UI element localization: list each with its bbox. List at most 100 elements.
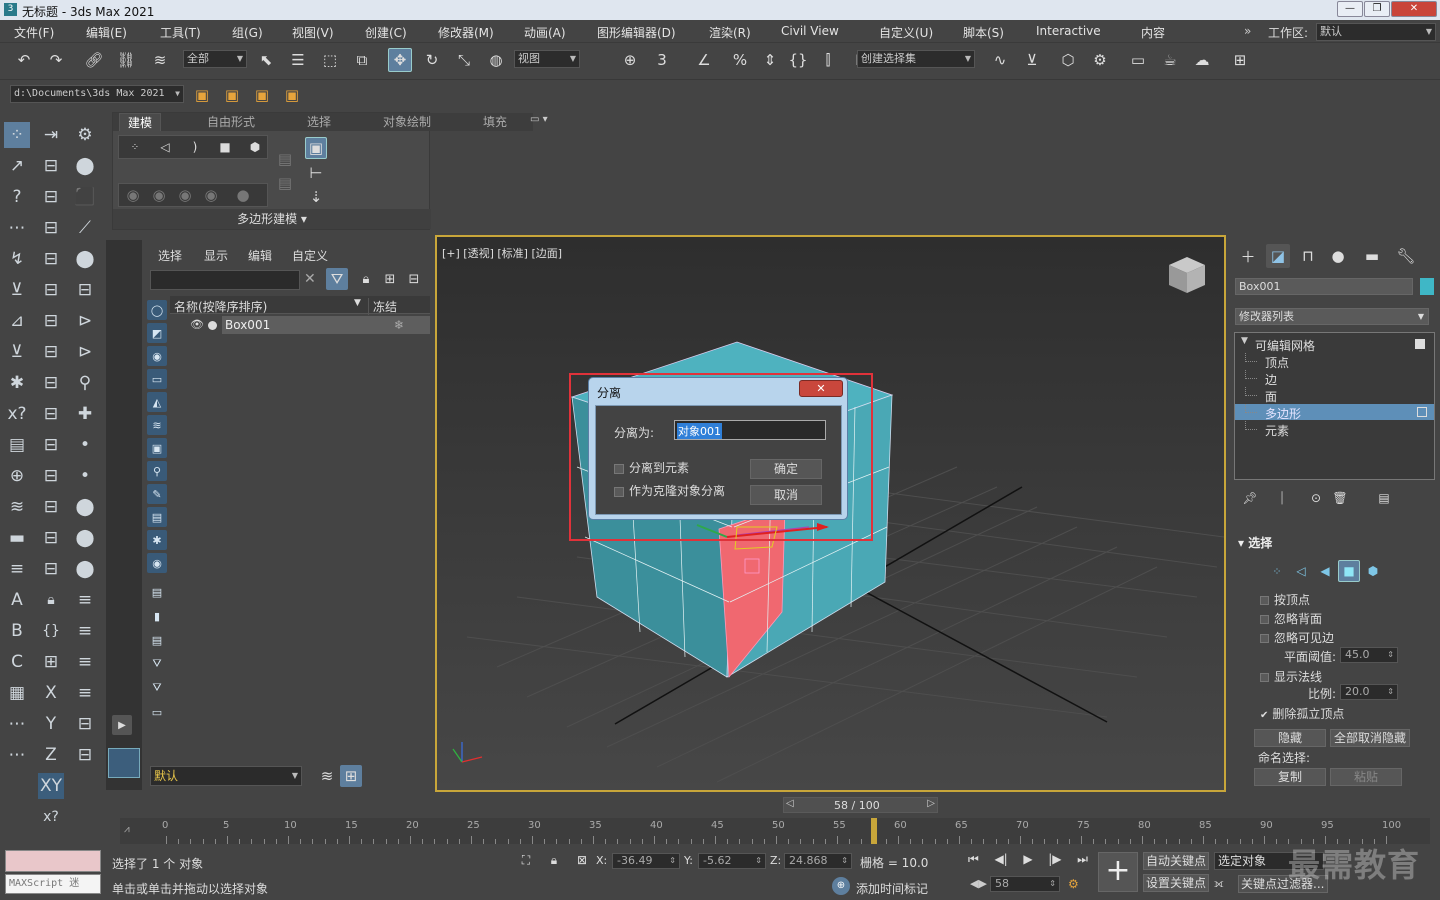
menu-item-2[interactable]: 编辑(E): [86, 24, 127, 41]
play-icon[interactable]: ▶: [1023, 852, 1032, 867]
left-tool-a-7-icon[interactable]: ⊿: [4, 308, 30, 334]
viewport-layout-icon[interactable]: [108, 748, 140, 778]
modifier-list-select[interactable]: 修改器列表 ▼: [1235, 308, 1429, 325]
menu-item-9[interactable]: 图形编辑器(D): [597, 24, 676, 41]
left-tool-b-21-icon[interactable]: Z: [38, 742, 64, 768]
current-frame-spinner[interactable]: 58 ⇕: [990, 876, 1060, 892]
menu-item-10[interactable]: 渲染(R): [709, 24, 751, 41]
make-unique-icon[interactable]: ⊙: [1306, 488, 1326, 508]
render-dot-icon[interactable]: [208, 321, 217, 330]
detach-as-clone-checkbox[interactable]: 作为克隆对象分离: [614, 482, 725, 499]
vertex-mode-icon[interactable]: ⁘: [121, 136, 149, 158]
edge-button-icon[interactable]: ◁: [1290, 560, 1312, 582]
absolute-mode-icon[interactable]: ⊠: [572, 850, 592, 870]
explorer-filter-4-icon[interactable]: ▭: [147, 369, 167, 389]
isolate-selection-icon[interactable]: ⛶: [516, 850, 536, 870]
explorer-filter-3-icon[interactable]: ◉: [147, 346, 167, 366]
next-frame-icon[interactable]: ▷: [927, 798, 935, 809]
left-tool-c-9-icon[interactable]: ⚲: [72, 370, 98, 396]
placement-icon[interactable]: ◍: [484, 48, 508, 72]
hierarchy-icon[interactable]: ⊞: [380, 268, 400, 290]
left-tool-c-13-icon[interactable]: ⬤: [72, 494, 98, 520]
left-tool-c-4-icon[interactable]: ⟋: [72, 215, 98, 241]
explorer-filter-11-icon[interactable]: ✱: [147, 530, 167, 550]
modifier-stack-item-5[interactable]: 多边形: [1235, 404, 1434, 421]
menu-item-8[interactable]: 动画(A): [524, 24, 566, 41]
chevron-right-icon[interactable]: »: [1244, 24, 1251, 38]
polygon-button-icon[interactable]: ■: [1338, 560, 1360, 582]
visibility-eye-icon[interactable]: 👁︎: [190, 318, 204, 331]
tree-icon[interactable]: ⊟: [404, 268, 424, 290]
left-tool-a-9-icon[interactable]: ✱: [4, 370, 30, 396]
explorer-tool-3-icon[interactable]: ▤: [147, 630, 167, 650]
left-tool-b-11-icon[interactable]: ⊟: [38, 432, 64, 458]
left-tool-a-10-icon[interactable]: x?: [4, 401, 30, 427]
face-button-icon[interactable]: ◀: [1314, 560, 1336, 582]
lock-icon[interactable]: 🔒︎: [356, 268, 376, 290]
left-tool-a-14-icon[interactable]: ▬: [4, 525, 30, 551]
time-config-icon[interactable]: ⚙: [1068, 877, 1079, 891]
left-tool-b-20-icon[interactable]: Y: [38, 711, 64, 737]
left-tool-a-11-icon[interactable]: ▤: [4, 432, 30, 458]
unhide-all-button[interactable]: 全部取消隐藏: [1330, 729, 1410, 747]
named-selection-select[interactable]: 创建选择集 ▼: [857, 50, 975, 68]
clear-search-icon[interactable]: ✕: [304, 271, 316, 287]
hierarchy-tab-icon[interactable]: ⊓: [1296, 244, 1320, 268]
ribbon-tab-5[interactable]: 填充: [475, 113, 515, 131]
workspace-select[interactable]: 默认 ▼: [1316, 23, 1436, 41]
object-color-swatch[interactable]: [1420, 278, 1434, 295]
left-tool-b-4-icon[interactable]: ⊟: [38, 215, 64, 241]
prev-frame-icon[interactable]: ◁: [786, 798, 794, 809]
show-end-result-icon[interactable]: ⏐: [1272, 488, 1292, 508]
cancel-button[interactable]: 取消: [750, 485, 822, 505]
left-tool-a-12-icon[interactable]: ⊕: [4, 463, 30, 489]
layers-icon[interactable]: ≋: [316, 765, 338, 787]
selection-lock-icon[interactable]: 🔒︎: [544, 850, 564, 870]
explorer-filter-5-icon[interactable]: ◭: [147, 392, 167, 412]
left-tool-c-19-icon[interactable]: ≡: [72, 680, 98, 706]
stack-icon-1[interactable]: ◉: [121, 184, 145, 206]
ok-button[interactable]: 确定: [750, 459, 822, 479]
z-coord-spinner[interactable]: 24.868 ⇕: [784, 853, 852, 869]
scene-explorer-tab-1[interactable]: 选择: [158, 247, 182, 264]
menu-item-4[interactable]: 组(G): [232, 24, 263, 41]
border-mode-icon[interactable]: ): [181, 136, 209, 158]
left-tool-c-7-icon[interactable]: ⊳: [72, 308, 98, 334]
left-tool-b-10-icon[interactable]: ⊟: [38, 401, 64, 427]
left-tool-b-1-icon[interactable]: ⇥: [38, 122, 64, 148]
scene-explorer-tab-3[interactable]: 编辑: [248, 247, 272, 264]
filter-icon[interactable]: ⛛: [326, 268, 348, 290]
dope-sheet-icon[interactable]: ⊻: [1020, 48, 1044, 72]
snap-3-icon[interactable]: 3: [650, 48, 674, 72]
edge-mode-icon[interactable]: ◁: [151, 136, 179, 158]
ribbon-menu-icon[interactable]: ▭ ▾: [530, 114, 548, 125]
left-tool-b-14-icon[interactable]: ⊟: [38, 525, 64, 551]
ribbon-tab-1[interactable]: 建模: [119, 113, 162, 131]
scale-spinner[interactable]: 20.0 ⇕: [1340, 684, 1398, 700]
rendered-frame-icon[interactable]: ▭: [1126, 48, 1150, 72]
ribbon-tool-e-icon[interactable]: ⇣: [305, 187, 327, 207]
stack-icon-5[interactable]: ●: [231, 184, 255, 206]
detach-to-element-checkbox[interactable]: 分离到元素: [614, 459, 689, 476]
explorer-filter-6-icon[interactable]: ≋: [147, 415, 167, 435]
left-tool-a-20-icon[interactable]: ⋯: [4, 711, 30, 737]
left-tool-c-17-icon[interactable]: ≡: [72, 618, 98, 644]
rotate-icon[interactable]: ↻: [420, 48, 444, 72]
menu-item-7[interactable]: 修改器(M): [438, 24, 494, 41]
current-frame-marker[interactable]: [870, 818, 877, 844]
menu-item-11[interactable]: Civil View: [781, 24, 839, 38]
move-icon[interactable]: ✥: [388, 48, 412, 72]
time-tag-icon[interactable]: ⊕: [832, 877, 850, 895]
left-tool-a-6-icon[interactable]: ⊻: [4, 277, 30, 303]
ribbon-tool-b-icon[interactable]: ▤: [275, 173, 295, 193]
menu-item-1[interactable]: 文件(F): [14, 24, 54, 41]
explorer-filter-10-icon[interactable]: ▤: [147, 507, 167, 527]
motion-tab-icon[interactable]: ●: [1326, 244, 1350, 268]
left-tool-a-15-icon[interactable]: ≡: [4, 556, 30, 582]
left-tool-b-3-icon[interactable]: ⊟: [38, 184, 64, 210]
scene-explorer-tab-4[interactable]: 自定义: [292, 247, 328, 264]
previous-key-icon[interactable]: ◀|: [994, 852, 1007, 867]
explorer-filter-2-icon[interactable]: ◩: [147, 323, 167, 343]
ribbon-tool-d-icon[interactable]: ⊢: [305, 163, 327, 183]
bind-space-warp-icon[interactable]: ≋: [148, 48, 172, 72]
